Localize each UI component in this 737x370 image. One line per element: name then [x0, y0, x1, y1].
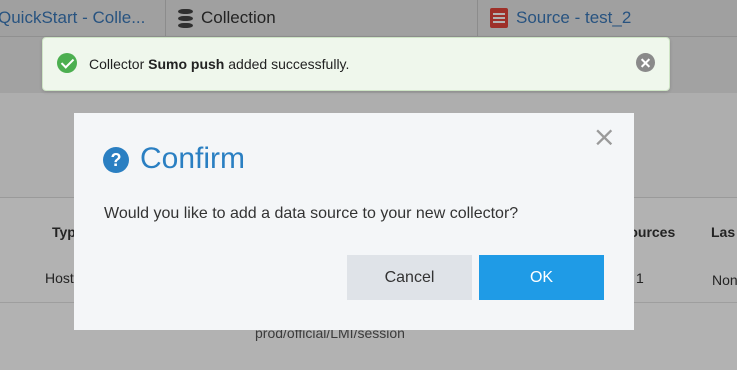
dialog-message: Would you like to add a data source to y… [104, 205, 519, 222]
success-toast: Collector Sumo push added successfully. [42, 37, 670, 91]
confirm-dialog: × ? Confirm Would you like to add a data… [74, 113, 634, 330]
toast-message: Collector Sumo push added successfully. [89, 56, 350, 72]
question-icon: ? [103, 147, 129, 173]
check-circle-icon [57, 53, 77, 73]
dialog-title: Confirm [140, 142, 246, 175]
ok-button[interactable]: OK [479, 255, 604, 300]
close-icon[interactable] [636, 53, 655, 72]
cancel-button[interactable]: Cancel [347, 255, 472, 300]
close-icon[interactable]: × [593, 123, 616, 151]
collector-name: Sumo push [148, 56, 225, 72]
